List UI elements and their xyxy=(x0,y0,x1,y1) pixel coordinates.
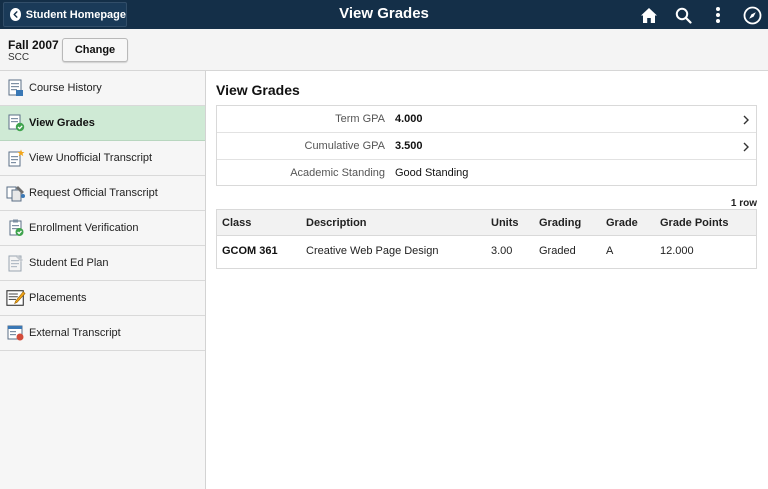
request-transcript-icon xyxy=(6,183,26,203)
cell-grade: A xyxy=(606,245,614,257)
academic-standing-row: Academic Standing Good Standing xyxy=(217,160,756,187)
sidebar-item-view-unofficial-transcript[interactable]: View Unofficial Transcript xyxy=(0,141,205,176)
cell-class: GCOM 361 xyxy=(222,245,278,257)
sidebar-item-placements[interactable]: Placements xyxy=(0,281,205,316)
cell-grade-points: 12.000 xyxy=(660,245,694,257)
gpa-summary-box: Term GPA 4.000 Cumulative GPA 3.500 Acad… xyxy=(216,105,757,186)
sidebar-item-enrollment-verification[interactable]: Enrollment Verification xyxy=(0,211,205,246)
column-header-grade-points[interactable]: Grade Points xyxy=(660,217,728,229)
student-homepage-button[interactable]: Student Homepage xyxy=(3,2,127,27)
table-row[interactable]: GCOM 361 Creative Web Page Design 3.00 G… xyxy=(217,236,756,268)
chevron-right-icon xyxy=(743,142,749,152)
sidebar-item-label: Course History xyxy=(29,82,102,94)
cumulative-gpa-value: 3.500 xyxy=(395,140,423,152)
term-gpa-label: Term GPA xyxy=(335,113,385,125)
sidebar-item-label: View Unofficial Transcript xyxy=(29,152,153,164)
sidebar-item-external-transcript[interactable]: External Transcript xyxy=(0,316,205,351)
row-count: 1 row xyxy=(730,198,757,209)
sidebar-item-label: Enrollment Verification xyxy=(29,222,139,234)
sidebar-item-label: Student Ed Plan xyxy=(29,257,109,269)
sidebar-item-label: Placements xyxy=(29,292,87,304)
term-gpa-value: 4.000 xyxy=(395,113,423,125)
sidebar-item-label: External Transcript xyxy=(29,327,121,339)
top-header-bar: Student Homepage View Grades xyxy=(0,0,768,29)
placements-icon xyxy=(6,288,26,308)
academic-standing-label: Academic Standing xyxy=(290,167,385,179)
sidebar: Course History View Grades View Unoffici… xyxy=(0,71,206,489)
sidebar-item-request-official-transcript[interactable]: Request Official Transcript xyxy=(0,176,205,211)
home-icon[interactable] xyxy=(638,4,660,26)
sidebar-item-student-ed-plan[interactable]: Student Ed Plan xyxy=(0,246,205,281)
sidebar-item-label: Request Official Transcript xyxy=(29,187,158,199)
sidebar-item-course-history[interactable]: Course History xyxy=(0,71,205,106)
column-header-units[interactable]: Units xyxy=(491,217,519,229)
sidebar-item-view-grades[interactable]: View Grades xyxy=(0,106,205,141)
column-header-grade[interactable]: Grade xyxy=(606,217,638,229)
column-header-grading[interactable]: Grading xyxy=(539,217,581,229)
navbar-compass-icon[interactable] xyxy=(741,4,763,26)
academic-standing-value: Good Standing xyxy=(395,167,469,179)
back-icon xyxy=(10,8,21,21)
term-gpa-row[interactable]: Term GPA 4.000 xyxy=(217,106,756,133)
enrollment-verification-icon xyxy=(6,218,26,238)
change-term-button[interactable]: Change xyxy=(62,38,128,62)
column-header-description[interactable]: Description xyxy=(306,217,367,229)
term-name: Fall 2007 xyxy=(8,38,59,52)
section-title: View Grades xyxy=(216,82,300,98)
cell-grading: Graded xyxy=(539,245,576,257)
unofficial-transcript-icon xyxy=(6,148,26,168)
table-header: Class Description Units Grading Grade Gr… xyxy=(217,210,756,236)
cell-units: 3.00 xyxy=(491,245,513,257)
term-institution: SCC xyxy=(8,52,30,63)
cell-description: Creative Web Page Design xyxy=(306,245,439,257)
sidebar-item-label: View Grades xyxy=(29,117,95,129)
course-history-icon xyxy=(6,78,26,98)
student-homepage-label: Student Homepage xyxy=(25,8,126,21)
view-grades-icon xyxy=(6,113,26,133)
cumulative-gpa-row[interactable]: Cumulative GPA 3.500 xyxy=(217,133,756,160)
grades-table: Class Description Units Grading Grade Gr… xyxy=(216,209,757,269)
cumulative-gpa-label: Cumulative GPA xyxy=(304,140,386,152)
search-icon[interactable] xyxy=(672,4,694,26)
chevron-right-icon xyxy=(743,115,749,125)
more-options-icon[interactable] xyxy=(707,4,729,26)
term-bar: Fall 2007 SCC Change xyxy=(0,29,768,71)
external-transcript-icon xyxy=(6,323,26,343)
ed-plan-icon xyxy=(6,253,26,273)
column-header-class[interactable]: Class xyxy=(222,217,251,229)
